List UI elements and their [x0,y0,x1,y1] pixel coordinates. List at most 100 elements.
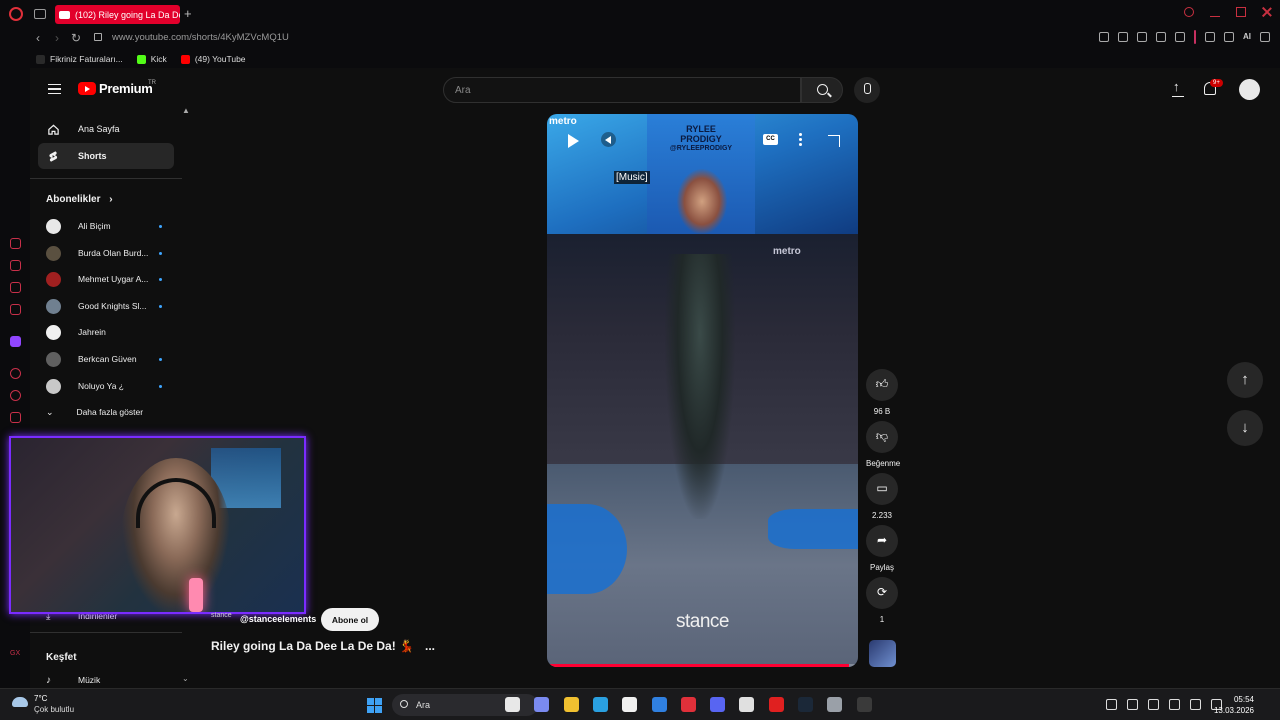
opera-logo-icon[interactable] [9,7,23,21]
chevron-up-icon[interactable] [1106,699,1117,710]
weather-temperature[interactable]: 7°C [34,694,47,703]
tab-manager-icon[interactable] [34,9,46,19]
weather-condition[interactable]: Çok bulutlu [34,705,74,714]
progress-bar[interactable] [547,664,858,667]
remix-button[interactable]: ⟳ [866,577,898,609]
scroll-down-icon[interactable]: ⌄ [182,674,189,683]
avatar[interactable] [1239,79,1260,100]
more-options-icon[interactable] [799,133,802,146]
whatsapp-icon[interactable] [10,304,21,315]
comments-button[interactable]: ▭ [866,473,898,505]
volume-icon[interactable] [601,132,616,147]
steam-app-icon[interactable] [798,697,813,712]
channel-name[interactable]: @stanceelements [240,614,316,624]
sidebar-item-shorts[interactable]: Shorts [38,143,174,169]
new-tab-button[interactable]: + [184,6,192,21]
captions-button[interactable]: CC [763,134,778,145]
back-icon[interactable]: ‹ [36,31,40,45]
show-more-button[interactable]: ⌄ Daha fazla göster [46,403,166,421]
store-app-icon[interactable] [622,697,638,712]
subscribe-button[interactable]: Abone ol [321,608,379,631]
settings-app-icon[interactable] [827,697,843,712]
windows-start-icon[interactable] [367,698,382,713]
subscriptions-heading[interactable]: Abonelikler › [46,194,113,205]
search-button[interactable] [801,77,843,103]
hamburger-menu-icon[interactable] [48,84,61,94]
monitor-icon[interactable] [1190,699,1201,710]
url-field[interactable]: www.youtube.com/shorts/4KyMZVcMQ1U [112,32,289,43]
gx-icon[interactable]: GX [10,650,21,661]
like-button[interactable]: 👍︎ [866,369,898,401]
fullscreen-icon[interactable] [828,135,840,147]
country-code: TR [148,80,156,86]
heart-icon[interactable] [1175,32,1185,42]
bookmark-item[interactable]: Fikriniz Faturaları... [36,54,123,64]
download-icon[interactable] [1224,32,1234,42]
media-app-icon[interactable] [768,697,784,712]
sync-icon[interactable] [1127,699,1138,710]
other-app-icon[interactable] [856,697,872,712]
forward-icon[interactable]: › [55,31,59,45]
close-button[interactable] [1262,7,1272,17]
brand-label[interactable]: Premium [99,81,153,96]
messenger-icon[interactable] [10,260,21,271]
player-icon[interactable] [1156,32,1166,42]
bookmark-item[interactable]: (49) YouTube [180,54,246,64]
sidebar-item-subscription[interactable]: Burda Olan Burd... [46,244,166,262]
mic-icon[interactable] [854,77,880,103]
snapshot-icon[interactable] [1118,32,1128,42]
edge-app-icon[interactable] [592,697,608,712]
sound-thumbnail[interactable] [869,640,896,667]
shorts-player[interactable]: RYLEE PRODIGY @RYLEEPRODIGY metro metro … [547,114,858,667]
pin-icon[interactable] [1099,32,1109,42]
sidebar-item-subscription[interactable]: Jahrein [46,323,166,341]
mic-tray-icon[interactable] [1169,699,1180,710]
outlook-app-icon[interactable] [651,697,667,712]
sidebar-item-subscription[interactable]: Ali Biçim [46,217,166,235]
minimize-button[interactable] [1210,7,1220,17]
sidebar-item-subscription[interactable]: Mehmet Uygar A... [46,270,166,288]
copilot-app-icon[interactable] [534,697,550,712]
share-button[interactable]: ➦ [866,525,898,557]
sidebar-item-home[interactable]: Ana Sayfa [38,116,174,142]
adblock-icon[interactable] [1137,32,1147,42]
next-short-button[interactable]: ↓ [1227,410,1263,446]
tab-active[interactable]: (102) Riley going La Da Dee [55,5,180,24]
profile-icon[interactable] [1205,32,1215,42]
maximize-button[interactable] [1236,7,1246,17]
twitch-icon[interactable] [10,336,21,347]
more-description-button[interactable]: ... [425,639,435,653]
menu-icon[interactable] [1260,32,1270,42]
sidebar-item-subscription[interactable]: Noluyo Ya ¿ [46,377,166,395]
sidebar-item-music[interactable]: ♪ Müzik [46,671,166,689]
clock[interactable]: 05:54 13.03.2026 [1214,694,1254,716]
video-title[interactable]: Riley going La Da Dee La De Da! 💃 [211,639,414,653]
upload-icon[interactable] [1172,79,1184,97]
youtube-logo-icon[interactable] [78,82,96,95]
previous-short-button[interactable]: ↑ [1227,362,1263,398]
new-content-dot [159,357,162,361]
explorer-app-icon[interactable] [563,697,579,712]
instagram-icon[interactable] [10,282,21,293]
play-icon[interactable] [568,134,579,148]
sidebar-item-subscription[interactable]: Berkcan Güven [46,350,166,368]
github-app-icon[interactable] [739,697,755,712]
aria-ai-button[interactable]: AI [1243,32,1251,42]
reload-icon[interactable]: ↻ [71,31,81,45]
opera-app-icon[interactable] [680,697,696,712]
player-sidebar-icon[interactable] [10,368,21,379]
sidebar-item-subscription[interactable]: Good Knights Sl... [46,297,166,315]
search-input[interactable] [444,78,800,102]
aria-icon[interactable] [10,238,21,249]
scroll-up-icon[interactable]: ▲ [182,106,190,115]
bookmark-item[interactable]: Kick [136,54,167,64]
tab-search-icon[interactable] [1184,7,1194,17]
history-icon[interactable] [10,390,21,401]
discord-app-icon[interactable] [710,697,726,712]
cloud-icon[interactable] [12,697,28,707]
files-app-icon[interactable] [505,697,520,712]
network-icon[interactable] [1148,699,1159,710]
dislike-button[interactable]: 👎︎ [866,421,898,453]
channel-avatar[interactable]: stance [211,612,233,626]
extensions-icon[interactable] [10,412,21,423]
